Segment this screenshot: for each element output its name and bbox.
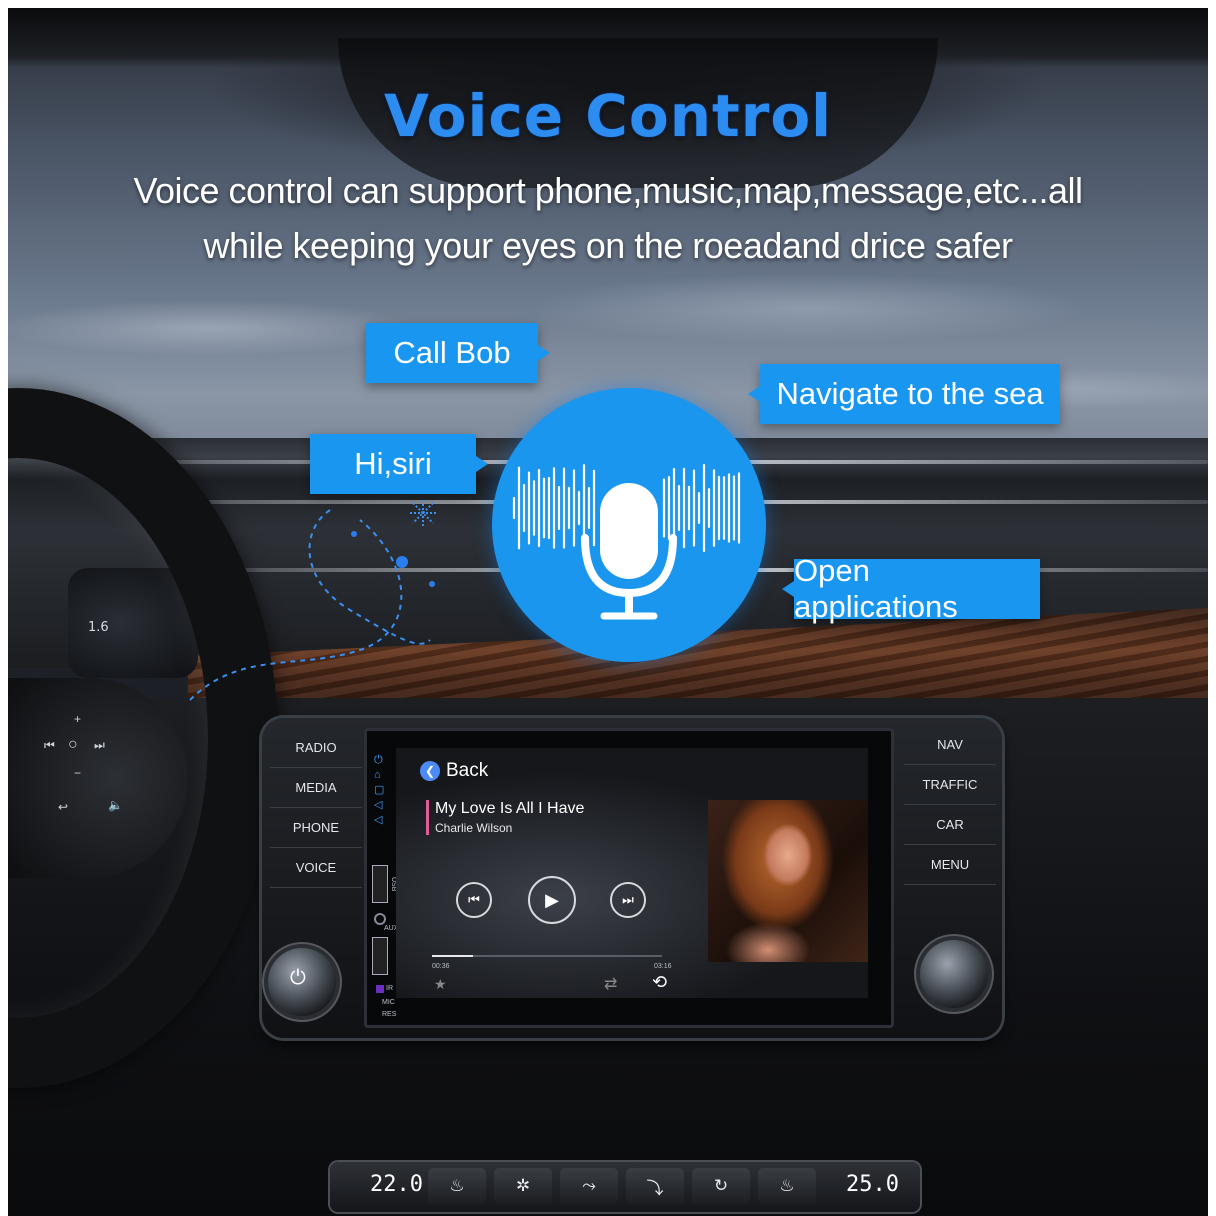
album-art — [708, 800, 868, 962]
open-applications-bubble: Open applications — [782, 553, 1040, 624]
back-label: Back — [446, 760, 489, 781]
subtitle-line-2: while keeping your eyes on the roeadand … — [203, 225, 1013, 266]
reset-label: RES — [382, 1011, 397, 1018]
star-icon[interactable]: ★ — [434, 976, 447, 993]
next-track-icon[interactable]: ⏭ — [94, 738, 105, 753]
voice-assistant-button[interactable] — [492, 388, 766, 662]
radio-button[interactable]: RADIO — [270, 728, 362, 768]
minus-icon[interactable]: − — [74, 766, 81, 780]
voice-button[interactable]: VOICE — [270, 848, 362, 888]
voice-trail-decoration — [189, 509, 435, 701]
cluster-readout: 1.6 — [88, 620, 109, 635]
previous-track-icon[interactable]: ⏮ — [44, 738, 55, 753]
phone-button[interactable]: PHONE — [270, 808, 362, 848]
nav-button[interactable]: NAV — [904, 725, 996, 765]
play-icon: ▶ — [545, 889, 559, 910]
previous-icon: ⏮ — [468, 892, 480, 907]
aux-jack-icon — [374, 913, 386, 925]
back-chevron-icon: ❮ — [420, 761, 440, 781]
return-icon[interactable]: ↩ — [58, 800, 68, 814]
song-title: My Love Is All I Have — [435, 800, 585, 817]
total-time: 03:16 — [654, 963, 672, 970]
right-hard-buttons: NAV TRAFFIC CAR MENU — [904, 725, 996, 885]
shuffle-icon[interactable]: ⇄ — [604, 974, 617, 994]
plus-icon[interactable]: + — [74, 712, 81, 726]
power-volume-knob[interactable]: ⏻ — [268, 948, 336, 1016]
play-button[interactable]: ▶ — [528, 876, 576, 924]
sparkle-icon — [410, 500, 436, 526]
now-playing-info: My Love Is All I Have Charlie Wilson — [426, 800, 584, 835]
progress-fill — [432, 955, 474, 957]
volume-icon[interactable]: 🔈 — [108, 798, 123, 812]
page-title: Voice Control — [383, 82, 833, 150]
ir-sensor-icon — [376, 985, 384, 993]
right-temperature: 25.0 — [846, 1172, 899, 1197]
traffic-button[interactable]: TRAFFIC — [904, 765, 996, 805]
playback-progress-bar[interactable] — [432, 955, 662, 957]
tuning-knob[interactable] — [920, 940, 988, 1008]
next-button[interactable]: ⏭ — [610, 882, 646, 918]
subtitle-line-1: Voice control can support phone,music,ma… — [133, 170, 1083, 211]
microphone-waveform-icon — [512, 463, 741, 620]
call-bob-bubble: Call Bob — [366, 323, 550, 383]
media-player-screen: ❮ Back My Love Is All I Have Charlie Wil… — [396, 748, 868, 998]
hi-siri-bubble: Hi,siri — [310, 434, 488, 494]
previous-button[interactable]: ⏮ — [456, 882, 492, 918]
ir-label: IR — [386, 985, 393, 992]
power-icon: ⏻ — [290, 967, 306, 989]
recirculation-icon[interactable]: ↻ — [692, 1168, 750, 1204]
left-temperature: 22.0 — [370, 1172, 423, 1197]
next-icon: ⏭ — [622, 892, 634, 907]
song-artist: Charlie Wilson — [435, 821, 513, 835]
fan-face-icon[interactable]: ✲ — [494, 1168, 552, 1204]
media-button[interactable]: MEDIA — [270, 768, 362, 808]
steering-wheel-controls: + ⏮ ○ ⏭ − ↩ 🔈 — [40, 708, 180, 838]
seat-heat-right-icon[interactable]: ♨ — [758, 1168, 816, 1204]
elapsed-time: 00:36 — [432, 963, 450, 970]
back-button[interactable]: ❮ Back — [420, 760, 488, 782]
left-hard-buttons: RADIO MEDIA PHONE VOICE — [270, 728, 362, 888]
touch-keys[interactable]: ⏻ ⌂ ▢ ◁ ◁ — [374, 753, 384, 828]
fan-feet-icon[interactable]: ⤵ — [626, 1168, 684, 1204]
repeat-icon[interactable]: ⟲ — [652, 972, 667, 993]
seat-heat-left-icon[interactable]: ♨ — [428, 1168, 486, 1204]
usb-port-2-icon — [372, 937, 388, 975]
car-button[interactable]: CAR — [904, 805, 996, 845]
fan-body-icon[interactable]: ⤳ — [560, 1168, 618, 1204]
menu-button[interactable]: MENU — [904, 845, 996, 885]
mic-label: MIC — [382, 999, 395, 1006]
usb-port-icon — [372, 865, 388, 903]
mode-ring-icon[interactable]: ○ — [68, 736, 78, 754]
navigate-bubble: Navigate to the sea — [748, 364, 1060, 424]
